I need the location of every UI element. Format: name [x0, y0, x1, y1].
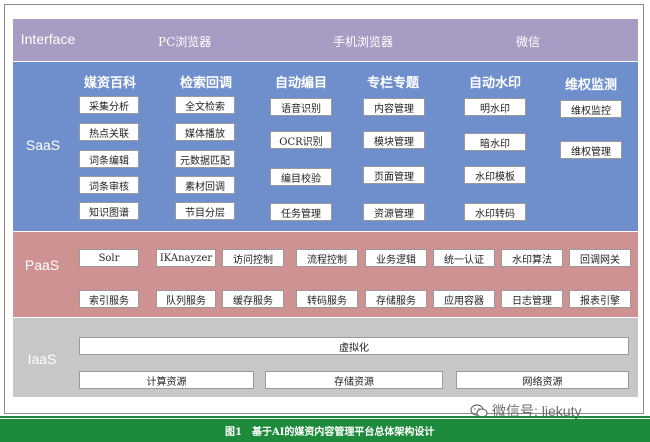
saas-col-title: 维权监测	[564, 78, 617, 93]
saas-module-box: 节目分层	[175, 202, 235, 220]
iaas-resource-box: 计算资源	[79, 371, 254, 389]
iaas-resource-box: 存储资源	[265, 371, 443, 389]
saas-module-box: 暗水印	[464, 133, 526, 151]
saas-module-box: 语音识别	[270, 98, 332, 116]
paas-component-box: 队列服务	[156, 290, 216, 308]
saas-module-box: 知识图谱	[79, 202, 139, 220]
saas-col-title: 专栏专题	[366, 76, 419, 91]
paas-component-box: 业务逻辑	[365, 249, 427, 267]
paas-component-box: 应用容器	[433, 290, 495, 308]
paas-component-box: 水印算法	[501, 249, 563, 267]
saas-module-box: 全文检索	[175, 96, 235, 114]
saas-module-box: 采集分析	[79, 96, 139, 114]
paas-component-box: 流程控制	[296, 249, 358, 267]
saas-module-box: 明水印	[464, 98, 526, 116]
saas-module-box: 水印转码	[464, 203, 526, 221]
paas-component-box: 缓存服务	[222, 290, 284, 308]
wechat-watermark: 微信号: liekuty	[470, 401, 581, 421]
interface-item-mobile: 手机浏览器	[333, 35, 394, 49]
saas-module-box: 词条编辑	[79, 150, 139, 168]
paas-component-box: 访问控制	[222, 249, 284, 267]
saas-module-box: 水印模板	[464, 166, 526, 184]
saas-module-box: 页面管理	[363, 166, 425, 184]
caption-rule	[0, 416, 650, 418]
saas-col-title: 自动编目	[274, 76, 327, 91]
paas-component-box: 回调网关	[569, 249, 631, 267]
saas-module-box: OCR识别	[270, 131, 332, 149]
interface-layer: Interface PC浏览器 手机浏览器 微信	[13, 19, 638, 61]
saas-module-box: 资源管理	[363, 203, 425, 221]
saas-module-box: 维权监控	[560, 100, 622, 118]
paas-layer: PaaS Solr IKAnayzer 访问控制 流程控制 业务逻辑 统一认证 …	[13, 232, 638, 317]
paas-component-box: 日志管理	[501, 290, 563, 308]
saas-col-title: 自动水印	[468, 76, 521, 91]
saas-module-box: 内容管理	[363, 98, 425, 116]
caption-bar: 图1 基于AI的媒资内容管理平台总体架构设计	[0, 419, 650, 442]
saas-col-title: 媒资百科	[83, 76, 136, 91]
paas-label: PaaS	[24, 257, 60, 273]
paas-component-box: Solr	[79, 249, 139, 267]
saas-module-box: 任务管理	[270, 203, 332, 221]
paas-component-box: IKAnayzer	[156, 249, 216, 267]
iaas-layer: IaaS 虚拟化 计算资源 存储资源 网络资源	[13, 318, 638, 397]
saas-module-box: 编目校验	[270, 168, 332, 186]
saas-label: SaaS	[25, 137, 61, 153]
paas-component-box: 转码服务	[296, 290, 358, 308]
saas-layer: SaaS 媒资百科 采集分析 热点关联 词条编辑 词条审核 知识图谱 检索回调 …	[13, 62, 638, 231]
figure-caption: 图1 基于AI的媒资内容管理平台总体架构设计	[225, 427, 435, 438]
paas-component-box: 索引服务	[79, 290, 139, 308]
iaas-label: IaaS	[27, 351, 57, 367]
watermark-text: 微信号: liekuty	[492, 403, 582, 419]
interface-item-wechat: 微信	[516, 35, 541, 49]
saas-module-box: 素材回调	[175, 176, 235, 194]
paas-component-box: 统一认证	[433, 249, 495, 267]
saas-module-box: 元数据匹配	[175, 150, 235, 168]
iaas-resource-box: 网络资源	[456, 371, 629, 389]
saas-module-box: 词条审核	[79, 176, 139, 194]
virtualization-box: 虚拟化	[79, 337, 629, 355]
paas-component-box: 存储服务	[365, 290, 427, 308]
saas-module-box: 热点关联	[79, 123, 139, 141]
paas-component-box: 报表引擎	[569, 290, 631, 308]
saas-col-title: 检索回调	[179, 76, 232, 91]
interface-item-pc: PC浏览器	[158, 35, 212, 49]
saas-module-box: 媒体播放	[175, 123, 235, 141]
saas-module-box: 维权管理	[560, 141, 622, 159]
saas-module-box: 模块管理	[363, 131, 425, 149]
interface-label: Interface	[20, 31, 76, 47]
